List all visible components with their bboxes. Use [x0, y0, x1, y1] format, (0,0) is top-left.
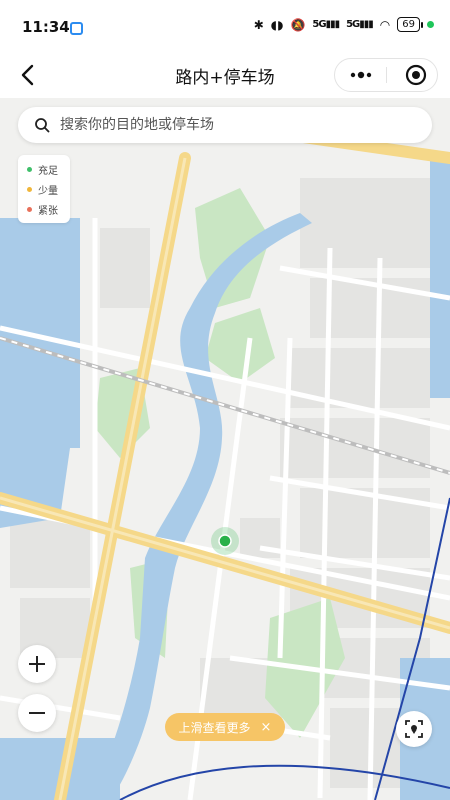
- privacy-indicator-icon: [427, 21, 434, 28]
- signal-icon: 5G▮▮▮: [312, 19, 340, 30]
- search-input[interactable]: [58, 116, 402, 134]
- locate-icon: [405, 720, 423, 738]
- legend-dot-few: [27, 186, 32, 192]
- status-bar: 11:34 ✱ ◖◗ 🔕 5G▮▮▮ 5G▮▮▮ ◠ 69: [0, 0, 450, 52]
- bluetooth-icon: ✱: [253, 17, 264, 32]
- capsule-divider: [386, 67, 387, 83]
- battery-icon: 69: [397, 17, 423, 32]
- close-icon[interactable]: ×: [261, 720, 272, 735]
- miniprogram-capsule: [334, 58, 438, 92]
- legend-dot-tight: [27, 206, 32, 212]
- status-icons: ✱ ◖◗ 🔕 5G▮▮▮ 5G▮▮▮ ◠ 69: [254, 17, 434, 32]
- swipe-up-hint-label: 上滑查看更多: [178, 720, 251, 735]
- nav-bar: 路内+停车场: [0, 52, 450, 98]
- more-options-icon[interactable]: [345, 64, 377, 86]
- mute-icon: 🔕: [290, 17, 306, 32]
- legend-dot-ample: [27, 166, 32, 172]
- close-miniprogram-icon[interactable]: [405, 64, 427, 86]
- legend-item-tight: 紧张: [18, 199, 70, 219]
- current-location-marker[interactable]: [211, 527, 239, 555]
- search-icon: [35, 118, 50, 133]
- zoom-in-button[interactable]: [18, 645, 56, 683]
- zoom-out-button[interactable]: [18, 694, 56, 732]
- signal-icon-2: 5G▮▮▮: [346, 19, 374, 30]
- locate-button[interactable]: [396, 711, 432, 747]
- earbuds-icon: ◖◗: [270, 17, 284, 32]
- legend-item-ample: 充足: [18, 159, 70, 179]
- legend-label: 紧张: [38, 205, 58, 217]
- minus-icon: [29, 712, 45, 714]
- legend-label: 少量: [38, 185, 58, 197]
- wifi-icon: ◠: [379, 17, 391, 32]
- app-notification-icon: [70, 22, 83, 35]
- swipe-up-hint[interactable]: 上滑查看更多 ×: [165, 713, 285, 741]
- plus-icon: [29, 656, 45, 672]
- search-bar[interactable]: [18, 107, 432, 143]
- legend-item-few: 少量: [18, 179, 70, 199]
- status-time: 11:34: [22, 18, 70, 36]
- legend-label: 充足: [38, 165, 58, 177]
- availability-legend: 充足 少量 紧张: [18, 155, 70, 223]
